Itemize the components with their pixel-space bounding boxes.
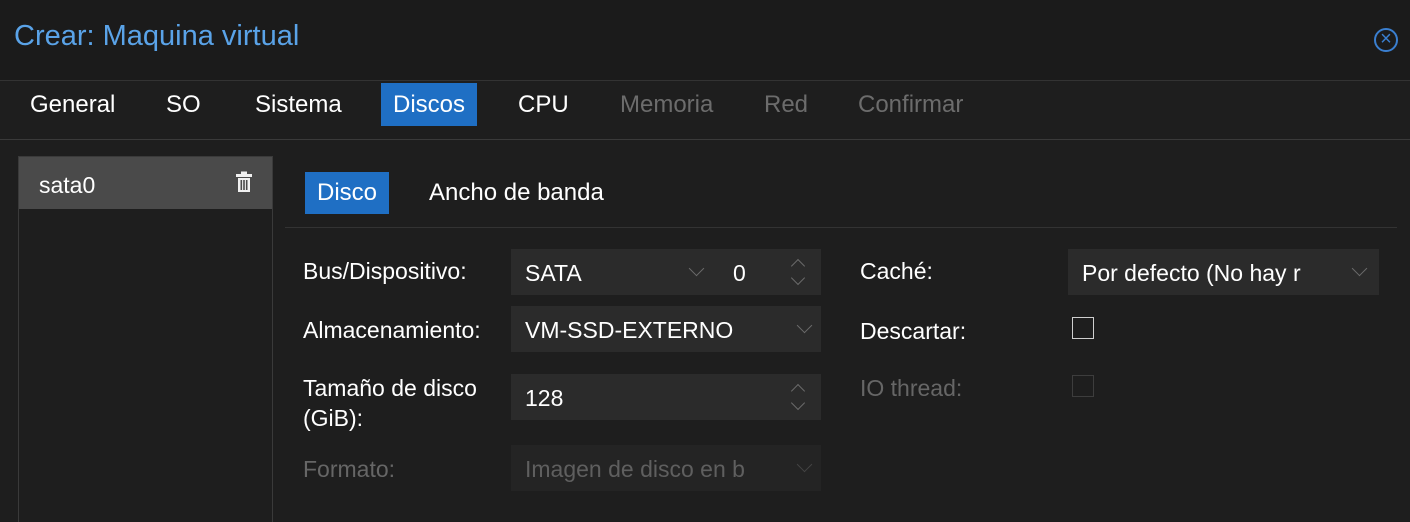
chevron-down-icon — [796, 456, 813, 473]
disk-list-item-label: sata0 — [39, 172, 96, 198]
discard-label: Descartar: — [860, 318, 967, 344]
discard-checkbox[interactable] — [1072, 317, 1094, 339]
wizard-tabs: General SO Sistema Discos CPU Memoria Re… — [0, 81, 1410, 140]
subtab-divider — [285, 227, 1397, 228]
tab-confirmar: Confirmar — [858, 91, 964, 118]
storage-select[interactable]: VM-SSD-EXTERNO — [511, 306, 821, 352]
dialog-title: Crear: Maquina virtual — [14, 20, 300, 52]
create-vm-dialog: Crear: Maquina virtual × General SO Sist… — [0, 0, 1410, 522]
format-select: Imagen de disco en b — [511, 445, 821, 491]
disk-list: sata0 — [18, 156, 273, 522]
cache-value: Por defecto (No hay r — [1082, 260, 1301, 286]
tab-memoria: Memoria — [620, 91, 714, 118]
spinner-down-icon[interactable] — [790, 270, 806, 286]
device-value: 0 — [733, 260, 746, 286]
chevron-down-icon — [796, 317, 813, 334]
format-value: Imagen de disco en b — [525, 456, 745, 482]
subtab-disco[interactable]: Disco — [305, 172, 390, 214]
storage-label: Almacenamiento: — [303, 317, 481, 343]
tab-discos[interactable]: Discos — [381, 83, 478, 126]
disk-size-spinner[interactable]: 128 — [511, 374, 821, 420]
tab-general[interactable]: General — [18, 83, 127, 126]
disk-size-label-line2: (GiB): — [303, 405, 364, 431]
cache-select[interactable]: Por defecto (No hay r — [1068, 249, 1379, 295]
tab-so[interactable]: SO — [154, 83, 213, 126]
tab-cpu[interactable]: CPU — [506, 83, 581, 126]
bus-value: SATA — [525, 260, 582, 286]
cache-label: Caché: — [860, 258, 933, 284]
tab-red: Red — [764, 91, 809, 118]
storage-value: VM-SSD-EXTERNO — [525, 317, 734, 343]
spinner-down-icon[interactable] — [790, 395, 806, 411]
bus-label: Bus/Dispositivo: — [303, 258, 467, 284]
chevron-down-icon — [1351, 260, 1368, 277]
tab-sistema[interactable]: Sistema — [243, 83, 354, 126]
device-spinner[interactable]: 0 — [711, 249, 821, 295]
chevron-down-icon — [688, 260, 705, 277]
iothread-label: IO thread: — [860, 375, 963, 401]
iothread-checkbox — [1072, 375, 1094, 397]
disk-list-item-sata0[interactable]: sata0 — [19, 157, 272, 209]
disk-size-value: 128 — [525, 385, 564, 411]
disk-size-label-line1: Tamaño de disco — [303, 375, 477, 401]
close-icon[interactable]: × — [1374, 28, 1398, 52]
bus-select[interactable]: SATA — [511, 249, 711, 295]
trash-icon[interactable] — [235, 171, 253, 193]
dialog-titlebar: Crear: Maquina virtual × — [0, 0, 1410, 81]
subtab-ancho-de-banda[interactable]: Ancho de banda — [417, 172, 616, 214]
format-label: Formato: — [303, 456, 396, 482]
